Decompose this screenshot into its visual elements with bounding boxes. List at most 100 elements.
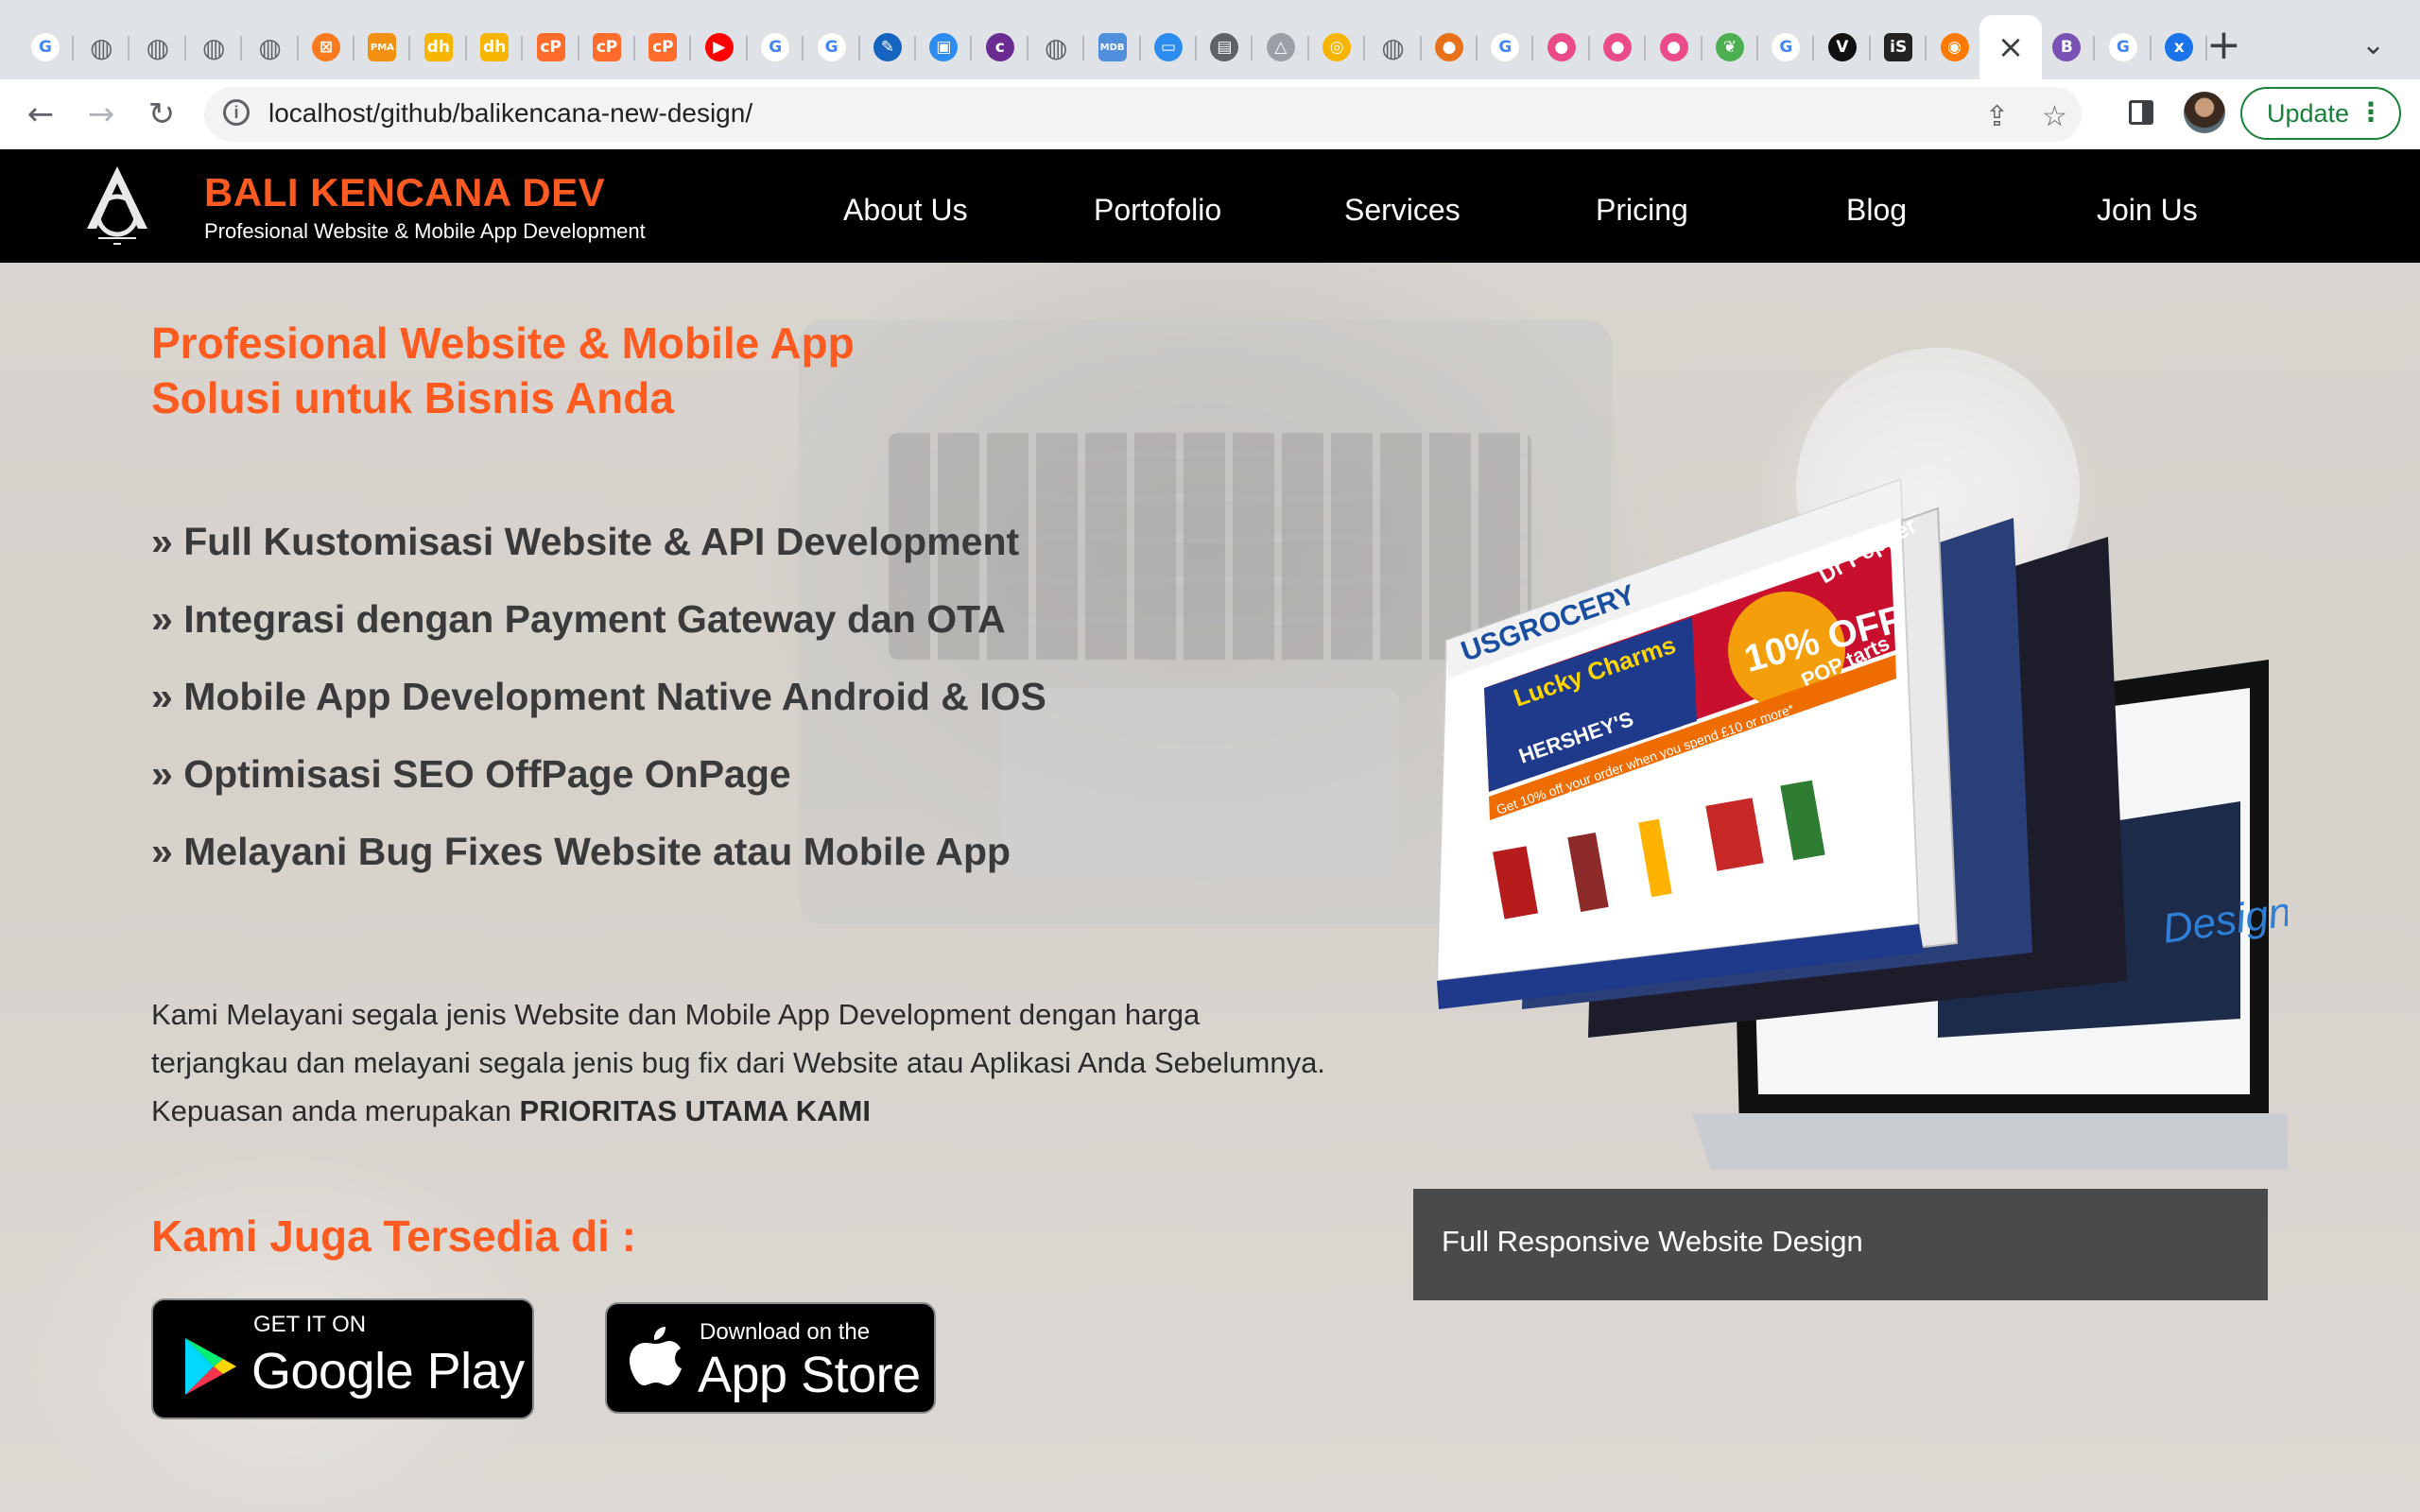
forward-arrow-icon[interactable]: → (79, 93, 123, 136)
description-line: Kami Melayani segala jenis Website dan M… (151, 998, 1201, 1031)
browser-tab[interactable]: ● (1593, 23, 1647, 72)
browser-tab[interactable]: G (1480, 23, 1534, 72)
mockup-caption: Full Responsive Website Design (1442, 1225, 1863, 1258)
browser-tab[interactable]: ● (1650, 23, 1703, 72)
browser-tab[interactable]: cP (582, 23, 635, 72)
browser-tab[interactable]: PMA (357, 23, 411, 72)
browser-tab-strip: G ◍ ◍ ◍ ◍ ⊠ PMA dh dh cP cP cP ▶ G G ✎ ▣ c ◍ MDB ▭ ▤ △ ◎ ◍ ● G ● ● ● ❦… (0, 0, 2420, 79)
new-tab-icon[interactable]: + (2206, 21, 2241, 69)
tab-search-chevron-icon[interactable]: ⌄ (2361, 28, 2385, 61)
google-icon: G (1771, 32, 1802, 62)
browser-tab[interactable]: △ (1256, 23, 1309, 72)
browser-tab[interactable]: ▣ (919, 23, 973, 72)
nav-portofolio[interactable]: Portofolio (1094, 193, 1221, 228)
browser-tab[interactable]: ⊠ (302, 23, 354, 72)
browser-tab[interactable]: ▤ (1200, 23, 1253, 72)
tab-separator (1587, 36, 1590, 60)
browser-tab[interactable]: ◉ (1930, 23, 1983, 72)
browser-tab[interactable]: B (2042, 23, 2096, 72)
browser-tab[interactable]: G (1761, 23, 1815, 72)
browser-tab[interactable]: G (751, 23, 804, 72)
dribbble-icon: ● (1547, 33, 1576, 61)
feature-item: » Mobile App Development Native Android … (151, 675, 1046, 718)
browser-tab[interactable]: G (2099, 23, 2152, 72)
browser-tab[interactable]: ▶ (695, 23, 748, 72)
site-icon: ● (1435, 33, 1463, 61)
share-icon[interactable]: ⇪ (1985, 100, 2009, 133)
globe-icon: ◍ (201, 31, 226, 63)
cpanel-icon: cP (648, 33, 678, 61)
browser-tab[interactable]: dh (470, 23, 524, 72)
nav-about-us[interactable]: About Us (843, 193, 968, 228)
browser-tab-active[interactable]: × (1979, 15, 2042, 79)
tab-separator (1082, 36, 1085, 60)
tab-separator (1138, 36, 1141, 60)
tab-separator (464, 36, 467, 60)
browser-tab[interactable]: x (2154, 23, 2208, 72)
bookmark-star-icon[interactable]: ☆ (2042, 100, 2067, 133)
address-url[interactable]: localhost/github/balikencana-new-design/ (268, 98, 752, 129)
browser-tab[interactable]: ◍ (77, 23, 130, 72)
kebab-menu-icon[interactable]: ⋮ (2358, 98, 2384, 127)
responsive-design-mockup-image: Design USGROCERY 10% OFF Lucky Charms HE… (1435, 478, 2288, 1170)
browser-tab[interactable]: ● (1425, 23, 1478, 72)
tab-separator (521, 36, 524, 60)
tab-separator (1026, 36, 1028, 60)
browser-tab[interactable]: ✎ (863, 23, 916, 72)
nav-services[interactable]: Services (1344, 193, 1461, 228)
tab-separator (1925, 36, 1927, 60)
browser-tab[interactable]: iS (1874, 23, 1927, 72)
browser-tab[interactable]: ❦ (1705, 23, 1758, 72)
profile-avatar[interactable] (2184, 92, 2225, 133)
site-info-icon[interactable]: i (223, 99, 250, 126)
tab-separator (183, 36, 186, 60)
nav-pricing[interactable]: Pricing (1596, 193, 1688, 228)
browser-tab[interactable]: ◍ (1031, 23, 1085, 72)
browser-tab[interactable]: ◍ (1369, 23, 1422, 72)
app-store-button[interactable]: Download on the App Store (605, 1302, 936, 1414)
browser-tab[interactable]: ▭ (1144, 23, 1197, 72)
google-play-button[interactable]: GET IT ON Google Play (151, 1298, 534, 1419)
side-panel-icon[interactable] (2129, 100, 2153, 125)
browser-tab[interactable]: V (1818, 23, 1871, 72)
browser-tab[interactable]: cP (527, 23, 579, 72)
browser-tab[interactable]: G (807, 23, 860, 72)
browser-tab[interactable]: c (976, 23, 1028, 72)
update-button[interactable]: Update ⋮ (2240, 87, 2401, 140)
dribbble-icon: ● (1659, 33, 1688, 61)
tab-separator (745, 36, 748, 60)
tab-separator (2093, 36, 2096, 60)
globe-icon: ◍ (1044, 31, 1068, 63)
tab-separator (296, 36, 299, 60)
browser-tab[interactable]: MDB (1088, 23, 1141, 72)
hero-section: Profesional Website & Mobile App Solusi … (0, 263, 2420, 1512)
browser-toolbar: ← → ↻ i localhost/github/balikencana-new… (0, 79, 2420, 150)
tab-separator (240, 36, 243, 60)
app-store-big-text: App Store (698, 1347, 921, 1403)
close-icon[interactable]: × (1997, 28, 2025, 66)
browser-tab[interactable]: ◍ (246, 23, 299, 72)
browser-tab[interactable]: ◍ (189, 23, 243, 72)
xampp-icon: ⊠ (312, 33, 340, 61)
browser-tab[interactable]: dh (414, 23, 467, 72)
tab-separator (633, 36, 635, 60)
site-icon: ▤ (1210, 33, 1239, 61)
bali-kencana-logo-icon[interactable] (79, 163, 155, 249)
browser-tab[interactable]: ◎ (1312, 23, 1366, 72)
browser-tab[interactable]: ● (1537, 23, 1590, 72)
brand-name[interactable]: BALI KENCANA DEV (204, 170, 605, 215)
nav-blog[interactable]: Blog (1846, 193, 1907, 228)
reload-icon[interactable]: ↻ (140, 93, 183, 136)
cpanel-icon: cP (536, 33, 565, 61)
tab-separator (914, 36, 916, 60)
address-bar[interactable]: i localhost/github/balikencana-new-desig… (204, 87, 2082, 142)
google-play-big-text: Google Play (251, 1343, 525, 1400)
browser-tab[interactable]: ◍ (133, 23, 186, 72)
hero-title-line-1: Profesional Website & Mobile App (151, 318, 855, 368)
description-line: Kepuasan anda merupakan PRIORITAS UTAMA … (151, 1087, 1399, 1135)
back-arrow-icon[interactable]: ← (19, 93, 62, 136)
nav-join-us[interactable]: Join Us (2097, 193, 2198, 228)
tab-separator (1756, 36, 1758, 60)
browser-tab[interactable]: cP (638, 23, 692, 72)
browser-tab[interactable]: G (21, 23, 74, 72)
